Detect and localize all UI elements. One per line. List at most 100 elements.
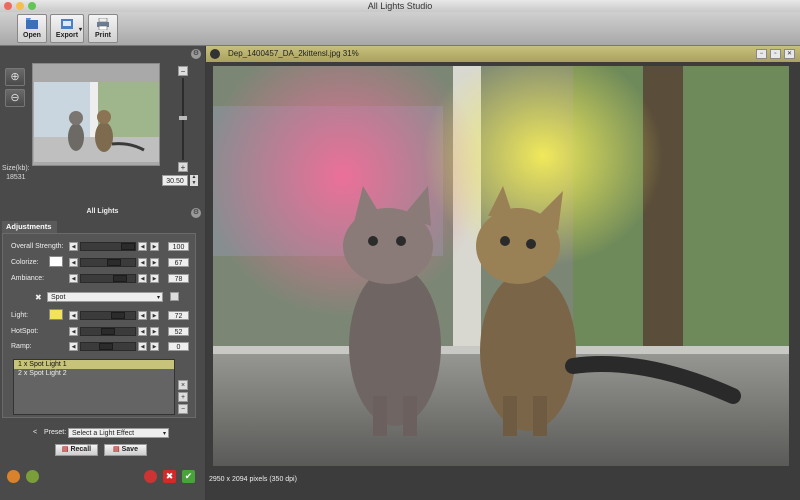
image-header: Dep_1400457_DA_2kittensl.jpg 31% − ▫ ✕ bbox=[206, 46, 800, 62]
hotspot-decrease[interactable]: ◀ bbox=[69, 327, 78, 336]
colorize-increase[interactable]: ▶ bbox=[150, 258, 159, 267]
toolbar: Open Export ▾ Print bbox=[0, 12, 800, 46]
delete-light-button[interactable]: × bbox=[178, 380, 188, 390]
light-color-swatch[interactable] bbox=[49, 309, 63, 320]
colorize-value[interactable]: 67 bbox=[168, 258, 189, 267]
navigator-thumbnail-frame[interactable] bbox=[32, 63, 160, 166]
apply-icon[interactable]: ✔ bbox=[182, 470, 195, 483]
preset-value: Select a Light Effect bbox=[72, 430, 135, 437]
zoom-out-button[interactable]: ⊖ bbox=[5, 89, 25, 107]
list-item[interactable]: 1 x Spot Light 1 bbox=[14, 360, 174, 369]
light-increase[interactable]: ▶ bbox=[150, 311, 159, 320]
close-image-button[interactable]: ✕ bbox=[784, 49, 795, 59]
zoom-in-button[interactable]: ⊕ bbox=[5, 68, 25, 86]
image-filename: Dep_1400457_DA_2kittensl.jpg 31% bbox=[228, 49, 359, 58]
zoom-slider-plus-button[interactable]: + bbox=[178, 162, 188, 172]
file-size-value: 18531 bbox=[6, 174, 26, 181]
chevron-down-icon: ▾ bbox=[162, 431, 166, 437]
light-step-down[interactable]: ◀ bbox=[138, 311, 147, 320]
ramp-value[interactable]: 0 bbox=[168, 342, 189, 351]
ramp-slider[interactable] bbox=[80, 342, 136, 351]
ramp-knob[interactable] bbox=[99, 343, 113, 350]
overall-strength-step-down[interactable]: ◀ bbox=[138, 242, 147, 251]
overall-strength-knob[interactable] bbox=[121, 243, 135, 250]
hotspot-value[interactable]: 52 bbox=[168, 327, 189, 336]
title-bar: All Lights Studio bbox=[0, 0, 800, 12]
open-button[interactable]: Open bbox=[17, 14, 47, 43]
preset-label: Preset: bbox=[44, 429, 67, 436]
light-decrease[interactable]: ◀ bbox=[69, 311, 78, 320]
hotspot-slider[interactable] bbox=[80, 327, 136, 336]
light-label: Light: bbox=[11, 312, 29, 319]
export-button[interactable]: Export ▾ bbox=[50, 14, 84, 43]
minimize-window-button[interactable] bbox=[16, 2, 24, 10]
file-size-label: Size(kb): bbox=[2, 165, 30, 172]
navigator-thumbnail[interactable] bbox=[34, 82, 159, 162]
preset-back-icon[interactable]: < bbox=[33, 429, 37, 436]
save-label: Save bbox=[121, 446, 138, 453]
section-title-all-lights: All Lights bbox=[86, 208, 119, 215]
overall-strength-value[interactable]: 100 bbox=[168, 242, 189, 251]
all-lights-options-icon[interactable]: ⚙ bbox=[191, 208, 201, 218]
overall-strength-slider[interactable] bbox=[80, 242, 136, 251]
add-light-button[interactable]: + bbox=[178, 392, 188, 402]
recall-label: Recall bbox=[70, 446, 92, 453]
overall-strength-decrease[interactable]: ◀ bbox=[69, 242, 78, 251]
ambiance-knob[interactable] bbox=[113, 275, 127, 282]
ambiance-slider[interactable] bbox=[80, 274, 136, 283]
ramp-decrease[interactable]: ◀ bbox=[69, 342, 78, 351]
zoom-slider-thumb[interactable] bbox=[179, 116, 187, 120]
zoom-stepper[interactable]: ▲ ▼ bbox=[190, 174, 198, 186]
colorize-step-down[interactable]: ◀ bbox=[138, 258, 147, 267]
minimize-image-button[interactable]: − bbox=[756, 49, 767, 59]
list-item[interactable]: 2 x Spot Light 2 bbox=[14, 369, 174, 378]
palette-icon[interactable] bbox=[26, 470, 39, 483]
overall-strength-label: Overall Strength: bbox=[11, 243, 64, 250]
restore-image-button[interactable]: ▫ bbox=[770, 49, 781, 59]
preset-select[interactable]: Select a Light Effect ▾ bbox=[68, 428, 169, 438]
remove-light-button[interactable]: − bbox=[178, 404, 188, 414]
kittens-photo bbox=[213, 66, 789, 466]
navigator-pane: ⚙ ⊕ ⊖ − + Size(kb): 18531 30.50 ▲ ▼ bbox=[0, 46, 205, 206]
navigator-options-icon[interactable]: ⚙ bbox=[191, 49, 201, 59]
print-button[interactable]: Print bbox=[88, 14, 118, 43]
reset-icon[interactable] bbox=[144, 470, 157, 483]
colorize-knob[interactable] bbox=[107, 259, 121, 266]
ramp-step-down[interactable]: ◀ bbox=[138, 342, 147, 351]
zoom-slider-minus-button[interactable]: − bbox=[178, 66, 188, 76]
ambiance-increase[interactable]: ▶ bbox=[150, 274, 159, 283]
zoom-window-button[interactable] bbox=[28, 2, 36, 10]
export-dropdown-arrow-icon[interactable]: ▾ bbox=[79, 26, 82, 33]
image-canvas[interactable] bbox=[213, 66, 789, 466]
ramp-label: Ramp: bbox=[11, 343, 32, 350]
lights-list[interactable]: 1 x Spot Light 1 2 x Spot Light 2 bbox=[13, 359, 175, 415]
hotspot-step-down[interactable]: ◀ bbox=[138, 327, 147, 336]
recall-button[interactable]: ▤ Recall bbox=[55, 444, 98, 456]
hotspot-knob[interactable] bbox=[101, 328, 115, 335]
colorize-decrease[interactable]: ◀ bbox=[69, 258, 78, 267]
hotspot-increase[interactable]: ▶ bbox=[150, 327, 159, 336]
ambiance-step-down[interactable]: ◀ bbox=[138, 274, 147, 283]
close-window-button[interactable] bbox=[4, 2, 12, 10]
effects-icon[interactable] bbox=[7, 470, 20, 483]
tab-adjustments[interactable]: Adjustments bbox=[2, 221, 57, 233]
ambiance-label: Ambiance: bbox=[11, 275, 45, 282]
save-button[interactable]: ▤ Save bbox=[104, 444, 147, 456]
ambiance-decrease[interactable]: ◀ bbox=[69, 274, 78, 283]
remove-light-icon[interactable]: ✖ bbox=[35, 293, 42, 302]
ramp-increase[interactable]: ▶ bbox=[150, 342, 159, 351]
overall-strength-increase[interactable]: ▶ bbox=[150, 242, 159, 251]
save-icon: ▤ bbox=[113, 446, 120, 453]
light-value[interactable]: 72 bbox=[168, 311, 189, 320]
light-type-select[interactable]: Spot ▾ bbox=[47, 292, 163, 302]
light-options-checkbox[interactable] bbox=[170, 292, 179, 301]
left-panel: ⚙ ⊕ ⊖ − + Size(kb): 18531 30.50 ▲ ▼ All … bbox=[0, 46, 205, 500]
colorize-color-swatch[interactable] bbox=[49, 256, 63, 267]
cancel-icon[interactable]: ✖ bbox=[163, 470, 176, 483]
colorize-slider[interactable] bbox=[80, 258, 136, 267]
light-slider[interactable] bbox=[80, 311, 136, 320]
zoom-slider[interactable]: − + bbox=[178, 66, 188, 176]
zoom-value-field[interactable]: 30.50 bbox=[162, 175, 188, 186]
light-knob[interactable] bbox=[111, 312, 125, 319]
ambiance-value[interactable]: 78 bbox=[168, 274, 189, 283]
